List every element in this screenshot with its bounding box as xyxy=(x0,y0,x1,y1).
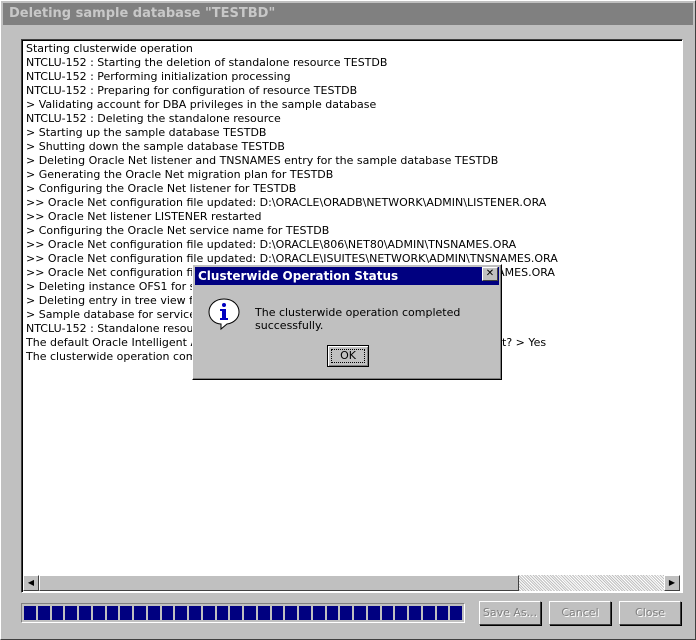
progress-block xyxy=(381,606,394,620)
log-line: > Starting up the sample database TESTDB xyxy=(26,126,267,139)
progress-block xyxy=(79,606,91,620)
log-line: > Validating account for DBA privileges … xyxy=(26,98,377,111)
log-line: >> Oracle Net listener LISTENER restarte… xyxy=(26,210,262,223)
log-line: > Configuring the Oracle Net service nam… xyxy=(26,224,330,237)
progress-block xyxy=(422,606,435,620)
progress-block xyxy=(299,606,311,620)
progress-block xyxy=(120,606,132,620)
progress-block xyxy=(450,606,462,620)
progress-block xyxy=(161,606,174,620)
progress-block xyxy=(147,606,160,620)
log-line: > Shutting down the sample database TEST… xyxy=(26,140,285,153)
progress-block xyxy=(285,606,297,620)
progress-block xyxy=(257,606,270,620)
progress-block xyxy=(106,606,119,620)
progress-block xyxy=(24,606,36,620)
progress-block xyxy=(367,606,380,620)
ok-button[interactable]: OK xyxy=(327,345,369,367)
progress-block xyxy=(436,606,449,620)
window-titlebar: Deleting sample database "TESTBD" xyxy=(3,3,693,25)
cancel-button[interactable]: Cancel xyxy=(549,601,611,625)
progress-block xyxy=(65,606,77,620)
log-line: >> Oracle Net configuration file updated… xyxy=(26,238,517,251)
horizontal-scrollbar[interactable]: ◀ ▶ xyxy=(23,575,680,591)
scroll-left-button[interactable]: ◀ xyxy=(23,575,39,591)
progress-bar xyxy=(21,603,465,623)
log-line: NTCLU-152 : Deleting the standalone reso… xyxy=(26,112,281,125)
arrow-left-icon: ◀ xyxy=(27,578,35,587)
progress-block xyxy=(354,606,366,620)
progress-block xyxy=(312,606,325,620)
log-line: NTCLU-152 : Performing initialization pr… xyxy=(26,70,291,83)
progress-block xyxy=(134,606,146,620)
log-line: > Deleting Oracle Net listener and TNSNA… xyxy=(26,154,499,167)
dialog-close-button[interactable]: ✕ xyxy=(482,267,498,281)
progress-block xyxy=(244,606,256,620)
log-line: > Generating the Oracle Net migration pl… xyxy=(26,168,334,181)
progress-block xyxy=(340,606,352,620)
close-icon: ✕ xyxy=(485,268,495,279)
save-as-button[interactable]: Save As... xyxy=(479,601,541,625)
progress-block xyxy=(230,606,242,620)
progress-block xyxy=(175,606,187,620)
log-line: >> Oracle Net configuration file updated… xyxy=(26,196,547,209)
progress-block xyxy=(92,606,105,620)
progress-block xyxy=(271,606,284,620)
progress-block xyxy=(202,606,215,620)
status-dialog: Clusterwide Operation Status ✕ The clust… xyxy=(192,264,502,380)
arrow-right-icon: ▶ xyxy=(668,578,676,587)
info-icon xyxy=(207,297,241,334)
log-line: NTCLU-152 : Starting the deletion of sta… xyxy=(26,56,388,69)
close-button[interactable]: Close xyxy=(619,601,681,625)
dialog-message: The clusterwide operation completed succ… xyxy=(255,306,461,332)
progress-block xyxy=(216,606,229,620)
scroll-right-button[interactable]: ▶ xyxy=(664,575,680,591)
progress-block xyxy=(189,606,201,620)
progress-block xyxy=(326,606,339,620)
progress-block xyxy=(37,606,50,620)
dialog-title: Clusterwide Operation Status xyxy=(195,267,499,285)
scroll-thumb[interactable] xyxy=(39,575,519,591)
progress-block xyxy=(51,606,64,620)
log-line: Starting clusterwide operation xyxy=(26,42,193,55)
progress-block xyxy=(395,606,407,620)
progress-block xyxy=(409,606,421,620)
log-line: NTCLU-152 : Preparing for configuration … xyxy=(26,84,358,97)
log-line: > Configuring the Oracle Net listener fo… xyxy=(26,182,297,195)
